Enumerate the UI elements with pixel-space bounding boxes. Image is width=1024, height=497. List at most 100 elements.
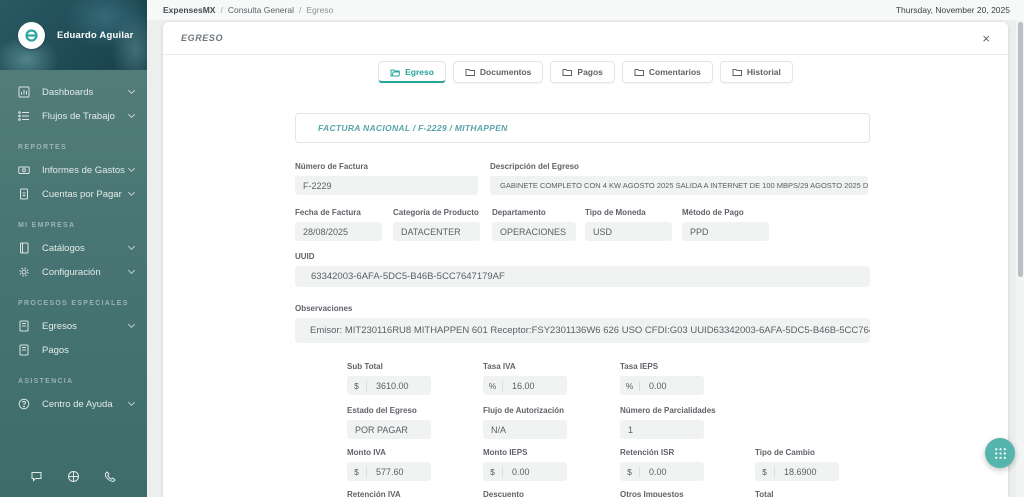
field-sub-total: Sub Total $ 3610.00 — [347, 362, 431, 395]
monto-ieps-input[interactable]: $ 0.00 — [483, 462, 567, 481]
chevron-down-icon — [128, 321, 135, 328]
field-numero-de-parcialidades: Número de Parcialidades 1 — [620, 406, 716, 439]
sidebar-item-pagos[interactable]: Pagos — [0, 338, 147, 362]
fecha-de-factura-input[interactable]: 28/08/2025 — [295, 222, 382, 241]
field-label: Tipo de Moneda — [585, 208, 672, 217]
tab-egreso[interactable]: Egreso — [378, 61, 446, 83]
current-date: Thursday, November 20, 2025 — [896, 5, 1010, 15]
sidebar-item-centro-de-ayuda[interactable]: Centro de Ayuda — [0, 392, 147, 416]
chat-icon[interactable] — [30, 470, 43, 483]
field-tasa-ieps: Tasa IEPS % 0.00 — [620, 362, 704, 395]
chevron-down-icon — [128, 399, 135, 406]
sidebar-section-procesos-especiales: PROCESOS ESPECIALES — [18, 300, 129, 307]
tipo-de-moneda-input[interactable]: USD — [585, 222, 672, 241]
field-label: Estado del Egreso — [347, 406, 431, 415]
chevron-down-icon — [128, 189, 135, 196]
book-icon — [18, 242, 31, 254]
field-value: 3610.00 — [367, 381, 409, 391]
invoice-icon — [18, 188, 31, 200]
close-icon[interactable]: × — [982, 32, 990, 45]
field-descuento: Descuento — [483, 490, 524, 497]
retencion-isr-input[interactable]: $ 0.00 — [620, 462, 704, 481]
metodo-de-pago-input[interactable]: PPD — [682, 222, 769, 241]
sidebar-item-egresos[interactable]: Egresos — [0, 314, 147, 338]
grid-fab-button[interactable] — [985, 438, 1015, 468]
observaciones-input[interactable]: Emisor: MIT230116RU8 MITHAPPEN 601 Recep… — [295, 318, 870, 343]
field-label: Categoría de Producto — [393, 208, 480, 217]
field-numero-de-factura: Número de Factura F-2229 — [295, 162, 478, 195]
field-metodo-de-pago: Método de Pago PPD — [682, 208, 769, 241]
field-label: Sub Total — [347, 362, 431, 371]
flujo-de-autorizacion-input[interactable]: N/A — [483, 420, 567, 439]
field-tipo-de-cambio: Tipo de Cambio $ 18.6900 — [755, 448, 839, 481]
field-label: Retención ISR — [620, 448, 704, 457]
tab-label: Historial — [747, 67, 781, 77]
topbar: ExpensesMX / Consulta General / Egreso T… — [147, 0, 1024, 20]
field-value: 0.00 — [640, 381, 667, 391]
field-label: Otros Impuestos — [620, 490, 684, 497]
sidebar-item-catalogos[interactable]: Catálogos — [0, 236, 147, 260]
phone-icon[interactable] — [104, 470, 117, 483]
numero-de-parcialidades-input[interactable]: 1 — [620, 420, 704, 439]
field-label: Método de Pago — [682, 208, 769, 217]
categoria-de-producto-input[interactable]: DATACENTER — [393, 222, 480, 241]
tab-pagos[interactable]: Pagos — [550, 61, 615, 83]
journal-icon — [18, 320, 31, 332]
field-fecha-de-factura: Fecha de Factura 28/08/2025 — [295, 208, 382, 241]
chart-icon — [18, 86, 31, 98]
chevron-down-icon — [128, 267, 135, 274]
scrollbar[interactable] — [1016, 20, 1024, 497]
currency-prefix: $ — [347, 381, 367, 391]
scrollbar-thumb[interactable] — [1018, 22, 1023, 277]
uuid-input[interactable]: 63342003-6AFA-5DC5-B46B-5CC7647179AF — [295, 266, 870, 287]
workflow-icon — [18, 110, 31, 122]
grid-icon — [994, 447, 1007, 460]
field-uuid: UUID 63342003-6AFA-5DC5-B46B-5CC7647179A… — [295, 252, 870, 287]
tab-label: Comentarios — [649, 67, 701, 77]
tasa-ieps-input[interactable]: % 0.00 — [620, 376, 704, 395]
field-value: 16.00 — [503, 381, 535, 391]
field-label: UUID — [295, 252, 870, 261]
departamento-input[interactable]: OPERACIONES — [492, 222, 576, 241]
tab-label: Egreso — [405, 67, 434, 77]
field-label: Departamento — [492, 208, 576, 217]
field-tipo-de-moneda: Tipo de Moneda USD — [585, 208, 672, 241]
field-departamento: Departamento OPERACIONES — [492, 208, 576, 241]
breadcrumb-root[interactable]: ExpensesMX — [163, 5, 215, 15]
globe-icon[interactable] — [67, 470, 80, 483]
chevron-down-icon — [128, 243, 135, 250]
sidebar-item-dashboards[interactable]: Dashboards — [0, 80, 147, 104]
currency-prefix: $ — [483, 467, 503, 477]
sidebar-item-cuentas-por-pagar[interactable]: Cuentas por Pagar — [0, 182, 147, 206]
tab-documentos[interactable]: Documentos — [453, 61, 543, 83]
breadcrumb-consulta-general[interactable]: Consulta General — [228, 5, 294, 15]
main-area: EGRESO × Egreso Documentos Pagos — [147, 20, 1024, 497]
sidebar-section-mi-empresa: MI EMPRESA — [18, 222, 129, 229]
sidebar: Eduardo Aguilar Dashboards Flujos de Tra… — [0, 0, 147, 497]
percent-prefix: % — [620, 381, 640, 391]
sidebar-item-configuracion[interactable]: Configuración — [0, 260, 147, 284]
currency-prefix: $ — [620, 467, 640, 477]
tab-historial[interactable]: Historial — [720, 61, 793, 83]
sidebar-item-informes-de-gastos[interactable]: Informes de Gastos — [0, 158, 147, 182]
estado-del-egreso-input[interactable]: POR PAGAR — [347, 420, 431, 439]
sidebar-section-asistencia: ASISTENCIA — [18, 378, 129, 385]
field-descripcion-del-egreso: Descripción del Egreso GABINETE COMPLETO… — [490, 162, 868, 195]
tipo-de-cambio-input[interactable]: $ 18.6900 — [755, 462, 839, 481]
numero-de-factura-input[interactable]: F-2229 — [295, 176, 478, 195]
sub-total-input[interactable]: $ 3610.00 — [347, 376, 431, 395]
sidebar-item-label: Catálogos — [42, 243, 129, 254]
sidebar-item-label: Centro de Ayuda — [42, 399, 129, 410]
sidebar-item-label: Dashboards — [42, 87, 129, 98]
monto-iva-input[interactable]: $ 577.60 — [347, 462, 431, 481]
sidebar-item-flujos-de-trabajo[interactable]: Flujos de Trabajo — [0, 104, 147, 128]
breadcrumb-current: Egreso — [306, 5, 333, 15]
tab-comentarios[interactable]: Comentarios — [622, 61, 713, 83]
descripcion-del-egreso-input[interactable]: GABINETE COMPLETO CON 4 KW AGOSTO 2025 S… — [490, 176, 868, 195]
tasa-iva-input[interactable]: % 16.00 — [483, 376, 567, 395]
sidebar-item-label: Egresos — [42, 321, 129, 332]
folder-icon — [562, 68, 572, 77]
avatar[interactable] — [18, 22, 45, 49]
field-retencion-iva: Retención IVA — [347, 490, 401, 497]
field-otros-impuestos: Otros Impuestos — [620, 490, 684, 497]
